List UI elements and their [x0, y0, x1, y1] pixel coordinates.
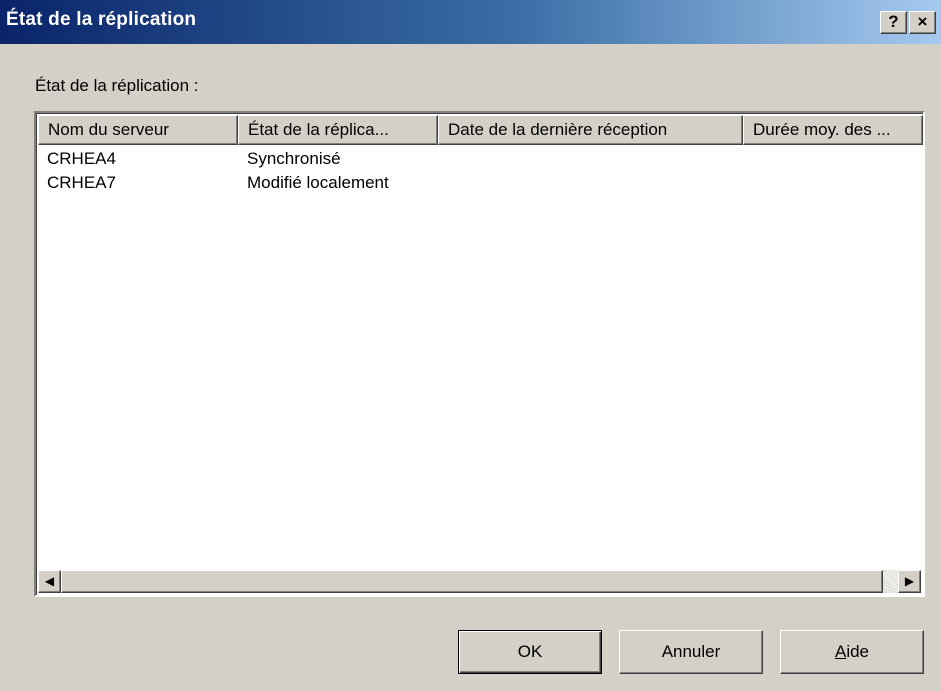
server-name-cell: CRHEA4	[47, 149, 116, 168]
scroll-right-icon[interactable]: ▶	[898, 570, 921, 593]
close-icon[interactable]: ×	[909, 11, 936, 34]
replication-status-dialog: État de la réplication ? × État de la ré…	[0, 0, 941, 691]
replication-status-cell: Synchronisé	[247, 149, 341, 168]
list-header: Nom du serveur État de la réplica... Dat…	[38, 115, 923, 145]
server-name-cell: CRHEA7	[47, 173, 116, 192]
replication-list[interactable]: Nom du serveur État de la réplica... Dat…	[34, 111, 925, 597]
horizontal-scrollbar[interactable]: ◀ ▶	[38, 570, 921, 593]
cancel-button[interactable]: Annuler	[619, 630, 763, 674]
window-title: État de la réplication	[6, 9, 197, 30]
scroll-left-icon[interactable]: ◀	[38, 570, 61, 593]
last-received-date-cell	[438, 147, 743, 171]
help-button-label: ide	[846, 642, 870, 661]
average-duration-cell	[743, 147, 923, 171]
last-received-date-cell	[438, 171, 743, 195]
column-header-replication-status[interactable]: État de la réplica...	[238, 115, 438, 145]
help-button[interactable]: Aide	[780, 630, 924, 674]
table-row[interactable]: CRHEA7 Modifié localement	[38, 171, 923, 195]
list-rows: CRHEA4 Synchronisé CRHEA7 Modifié locale…	[38, 147, 923, 195]
section-label: État de la réplication :	[35, 76, 199, 95]
column-header-last-received-date[interactable]: Date de la dernière réception	[438, 115, 743, 145]
scrollbar-thumb[interactable]	[61, 570, 883, 593]
average-duration-cell	[743, 171, 923, 195]
help-button-mnemonic: A	[834, 642, 847, 661]
ok-button[interactable]: OK	[458, 630, 602, 674]
title-bar[interactable]: État de la réplication ? ×	[0, 0, 941, 44]
column-header-average-duration[interactable]: Durée moy. des ...	[743, 115, 923, 145]
help-icon[interactable]: ?	[880, 11, 907, 34]
column-header-server-name[interactable]: Nom du serveur	[38, 115, 238, 145]
replication-status-cell: Modifié localement	[247, 173, 389, 192]
table-row[interactable]: CRHEA4 Synchronisé	[38, 147, 923, 171]
